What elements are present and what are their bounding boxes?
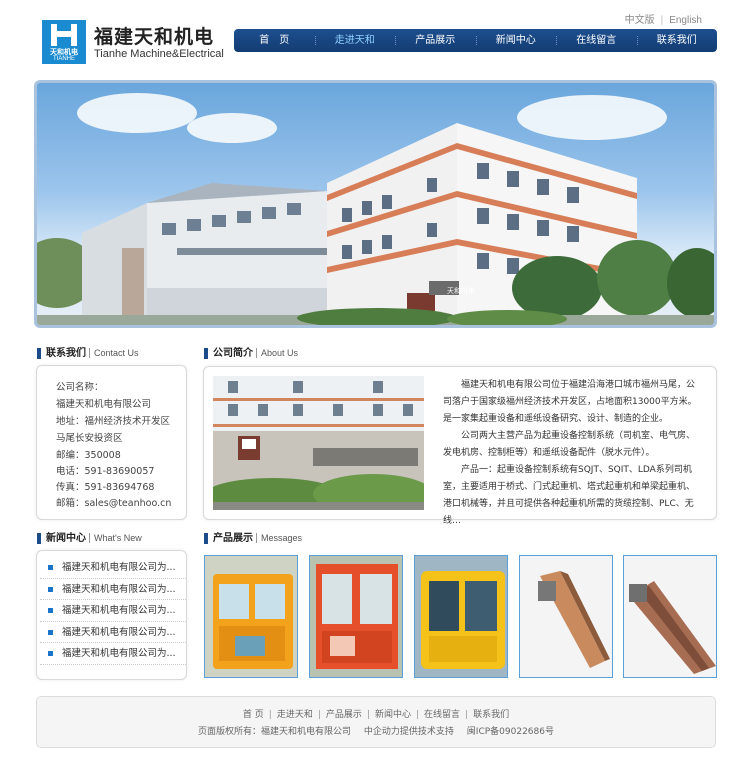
nav-item-news[interactable]: 新闻中心 bbox=[475, 29, 557, 52]
copyright-text: 页面版权所有：福建天和机电有限公司 bbox=[198, 727, 352, 737]
news-item[interactable]: 福建天和机电有限公司为... bbox=[40, 579, 186, 600]
footer: 首 页 | 走进天和 | 产品展示 | 新闻中心 | 在线留言 | 联系我们 页面版权所有：福建天和… bbox=[36, 696, 716, 748]
products-section-title: 产品展示 Messages bbox=[204, 532, 303, 545]
contact-section-title: 联系我们 Contact Us bbox=[37, 347, 139, 360]
nav-item-products[interactable]: 产品展示 bbox=[395, 29, 476, 52]
products-title-en: Messages bbox=[256, 533, 303, 543]
news-item[interactable]: 福建天和机电有限公司为... bbox=[40, 643, 186, 665]
logo-h-mark bbox=[51, 24, 77, 46]
nav-item-about[interactable]: 走进天和 bbox=[314, 29, 396, 52]
news-item-title: 福建天和机电有限公司为... bbox=[62, 605, 176, 616]
about-paragraph-1: 福建天和机电有限公司位于福建沿海港口城市福州马尾，公司落户于国家级福州经济技术开… bbox=[443, 380, 697, 424]
icp-number[interactable]: 闽ICP备09022686号 bbox=[467, 727, 554, 737]
logo[interactable]: 天和机电 TIANHE bbox=[42, 20, 86, 64]
bullet-icon bbox=[48, 586, 53, 592]
footer-links: 首 页 | 走进天和 | 产品展示 | 新闻中心 | 在线留言 | 联系我们 bbox=[37, 709, 715, 721]
lang-english-link[interactable]: English bbox=[669, 15, 702, 26]
tech-support-text: 中企动力提供技术支持 bbox=[363, 727, 454, 737]
footer-link-home[interactable]: 首 页 bbox=[243, 710, 264, 720]
contact-company-name: 福建天和机电有限公司 bbox=[56, 399, 152, 410]
product-thumb-cabin-yellow-large[interactable] bbox=[414, 555, 508, 678]
contact-email[interactable]: 邮箱：sales@teanhoo.cn bbox=[56, 495, 171, 509]
news-item-title: 福建天和机电有限公司为... bbox=[62, 648, 176, 659]
footer-copyright: 页面版权所有：福建天和机电有限公司 中企动力提供技术支持 闽ICP备090226… bbox=[37, 726, 715, 738]
lang-separator: | bbox=[660, 15, 664, 26]
news-item[interactable]: 福建天和机电有限公司为... bbox=[40, 622, 186, 643]
products-title-cn: 产品展示 bbox=[213, 533, 253, 544]
about-title-en: About Us bbox=[256, 348, 299, 358]
product-image bbox=[205, 556, 297, 677]
nav-item-contact[interactable]: 联系我们 bbox=[636, 29, 718, 52]
footer-separator: | bbox=[268, 710, 272, 720]
about-description: 福建天和机电有限公司位于福建沿海港口城市福州马尾，公司落户于国家级福州经济技术开… bbox=[443, 377, 698, 530]
news-list: 福建天和机电有限公司为... 福建天和机电有限公司为... 福建天和机电有限公司… bbox=[40, 557, 186, 665]
company-building-photo bbox=[213, 376, 424, 510]
news-item-title: 福建天和机电有限公司为... bbox=[62, 583, 176, 595]
logo-en-text: TIANHE bbox=[52, 56, 75, 62]
about-section-title: 公司简介 About Us bbox=[204, 347, 299, 360]
about-paragraph-3: 产品一：起重设备控制系统有SQJT、SQIT、LDA系列司机室，主要适用于桥式、… bbox=[443, 465, 696, 526]
news-item[interactable]: 福建天和机电有限公司为... bbox=[40, 600, 186, 622]
footer-link-message[interactable]: 在线留言 bbox=[424, 710, 460, 720]
brand-name-en: Tianhe Machine&Electrical bbox=[94, 48, 224, 60]
bullet-icon bbox=[48, 608, 53, 613]
brand-name-cn: 福建天和机电 bbox=[94, 26, 215, 48]
contact-fax: 传真：591-83694768 bbox=[56, 482, 155, 493]
about-title-cn: 公司简介 bbox=[213, 348, 253, 359]
product-thumb-cabin-red[interactable] bbox=[309, 555, 403, 678]
news-title-cn: 新闻中心 bbox=[46, 533, 86, 544]
contact-title-cn: 联系我们 bbox=[46, 348, 86, 359]
footer-link-about[interactable]: 走进天和 bbox=[277, 710, 313, 720]
footer-separator: | bbox=[317, 710, 321, 720]
contact-phone: 电话：591-83690057 bbox=[56, 466, 155, 477]
contact-address-2: 马尾长安投资区 bbox=[56, 433, 123, 444]
product-image bbox=[624, 556, 716, 677]
news-item-title: 福建天和机电有限公司为... bbox=[62, 626, 176, 638]
bullet-icon bbox=[48, 629, 53, 635]
building-sign-text: 天和机电 bbox=[447, 286, 475, 295]
logo-cn-text: 天和机电 bbox=[50, 48, 78, 56]
product-thumb-cabin-yellow[interactable] bbox=[204, 555, 298, 678]
contact-box: 公司名称： 福建天和机电有限公司 地址：福州经济技术开发区 马尾长安投资区 邮编… bbox=[36, 365, 187, 520]
footer-separator: | bbox=[465, 710, 469, 720]
footer-link-contact[interactable]: 联系我们 bbox=[473, 710, 509, 720]
news-item[interactable]: 福建天和机电有限公司为... bbox=[40, 557, 186, 579]
contact-title-en: Contact Us bbox=[89, 348, 139, 358]
factory-buildings-illustration: 天和机电 bbox=[37, 123, 714, 325]
banner-image: 天和机电 bbox=[34, 80, 717, 328]
news-item-title: 福建天和机电有限公司为... bbox=[62, 562, 176, 573]
product-thumb-dewatering-plate[interactable] bbox=[623, 555, 717, 678]
lang-chinese-link[interactable]: 中文版 bbox=[625, 15, 655, 26]
footer-separator: | bbox=[366, 710, 370, 720]
footer-link-products[interactable]: 产品展示 bbox=[326, 710, 362, 720]
nav-item-message[interactable]: 在线留言 bbox=[556, 29, 637, 52]
bullet-icon bbox=[48, 651, 53, 656]
bullet-icon bbox=[48, 565, 53, 570]
nav-item-home[interactable]: 首 页 bbox=[234, 29, 315, 52]
contact-address: 地址：福州经济技术开发区 bbox=[56, 416, 171, 427]
product-image bbox=[415, 556, 507, 677]
contact-company-label: 公司名称： bbox=[56, 382, 104, 393]
company-photo-illustration bbox=[213, 376, 424, 510]
language-switch: 中文版 | English bbox=[625, 11, 702, 26]
contact-zipcode: 邮编：350008 bbox=[56, 450, 121, 461]
news-title-en: What's New bbox=[89, 533, 142, 543]
news-section-title: 新闻中心 What's New bbox=[37, 532, 142, 545]
footer-separator: | bbox=[415, 710, 420, 720]
product-image bbox=[310, 556, 402, 677]
product-image bbox=[520, 556, 612, 677]
main-nav: 首 页 走进天和 产品展示 新闻中心 在线留言 联系我们 bbox=[234, 29, 717, 52]
footer-link-news[interactable]: 新闻中心 bbox=[375, 710, 411, 720]
product-thumb-dewatering-element[interactable] bbox=[519, 555, 613, 678]
about-paragraph-2: 公司两大主营产品为起重设备控制系统（司机室、电气房、发电机房、控制柜等）和遥纸设… bbox=[443, 431, 696, 458]
